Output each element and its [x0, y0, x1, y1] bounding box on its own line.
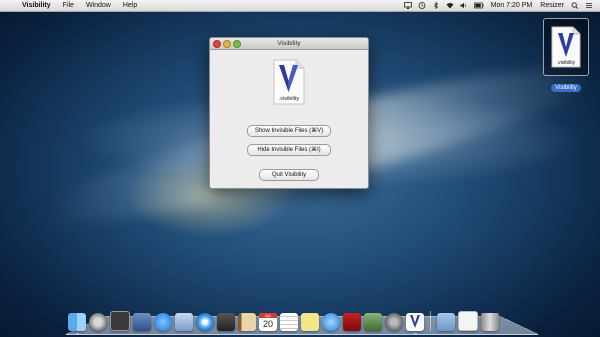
notes-icon[interactable] [301, 313, 319, 331]
mission-control-icon[interactable] [133, 313, 151, 331]
visibility-file-icon: .visibility [551, 26, 581, 68]
window-title: Visibility [277, 40, 301, 47]
menu-extra-app[interactable]: Resizer [536, 0, 568, 11]
quit-visibility-button[interactable]: Quit Visibility [259, 169, 319, 181]
airplay-icon[interactable] [403, 2, 412, 9]
notification-center-icon[interactable] [585, 2, 593, 9]
zoom-button[interactable] [233, 40, 241, 48]
photo-booth-icon[interactable] [343, 313, 361, 331]
visibility-window: Visibility .visibility Show Invisible Fi… [209, 37, 369, 189]
calendar-day: 20 [262, 319, 273, 329]
facetime-icon[interactable] [217, 313, 235, 331]
menu-file[interactable]: File [57, 0, 80, 11]
desktop-icon-label: Visibility [551, 84, 581, 92]
mail-icon[interactable] [175, 313, 193, 331]
menu-bar: Visibility File Window Help Mon 7:20 PM … [0, 0, 600, 12]
window-controls [213, 40, 241, 48]
finder-icon[interactable] [68, 313, 86, 335]
hide-invisible-files-button[interactable]: Hide Invisible Files (⌘I) [247, 144, 331, 156]
launchpad-icon[interactable] [89, 313, 107, 331]
show-invisible-files-button[interactable]: Show Invisible Files (⌘V) [247, 125, 331, 137]
system-preferences-icon[interactable] [385, 313, 403, 331]
wifi-icon[interactable] [446, 2, 454, 9]
documents-stack-icon[interactable] [458, 311, 478, 331]
visibility-dock-icon[interactable] [406, 313, 424, 335]
dock: JUL 20 [68, 305, 538, 335]
minimize-button[interactable] [223, 40, 231, 48]
dashboard-icon[interactable] [110, 311, 130, 331]
safari-icon[interactable] [196, 313, 214, 331]
itunes-icon[interactable] [322, 313, 340, 331]
close-button[interactable] [213, 40, 221, 48]
contacts-icon[interactable] [238, 313, 256, 331]
time-machine-icon[interactable] [418, 2, 426, 9]
dock-separator [430, 311, 431, 331]
app-store-icon[interactable] [154, 313, 172, 331]
downloads-stack-icon[interactable] [437, 313, 455, 331]
desktop-icon-art-text: .visibility [557, 60, 576, 66]
menu-app-name[interactable]: Visibility [16, 0, 57, 11]
trash-icon[interactable] [481, 313, 499, 331]
bluetooth-icon[interactable] [432, 2, 440, 9]
volume-icon[interactable] [460, 2, 468, 9]
spotlight-search-icon[interactable] [571, 2, 579, 9]
battery-icon[interactable] [473, 2, 484, 9]
desktop-icon-selection: .visibility [543, 18, 589, 76]
desktop-icon-visibility[interactable]: .visibility Visibility [541, 18, 591, 94]
status-area: Mon 7:20 PM Resizer [401, 0, 596, 11]
reminders-icon[interactable] [280, 313, 298, 331]
menu-help[interactable]: Help [117, 0, 143, 11]
app-logo-text: .visibility [279, 96, 300, 102]
visibility-app-logo: .visibility [273, 59, 305, 105]
window-titlebar[interactable]: Visibility [210, 38, 368, 50]
iphoto-icon[interactable] [364, 313, 382, 331]
calendar-icon[interactable]: JUL 20 [259, 313, 277, 331]
menu-window[interactable]: Window [80, 0, 117, 11]
menu-clock[interactable]: Mon 7:20 PM [487, 0, 537, 11]
